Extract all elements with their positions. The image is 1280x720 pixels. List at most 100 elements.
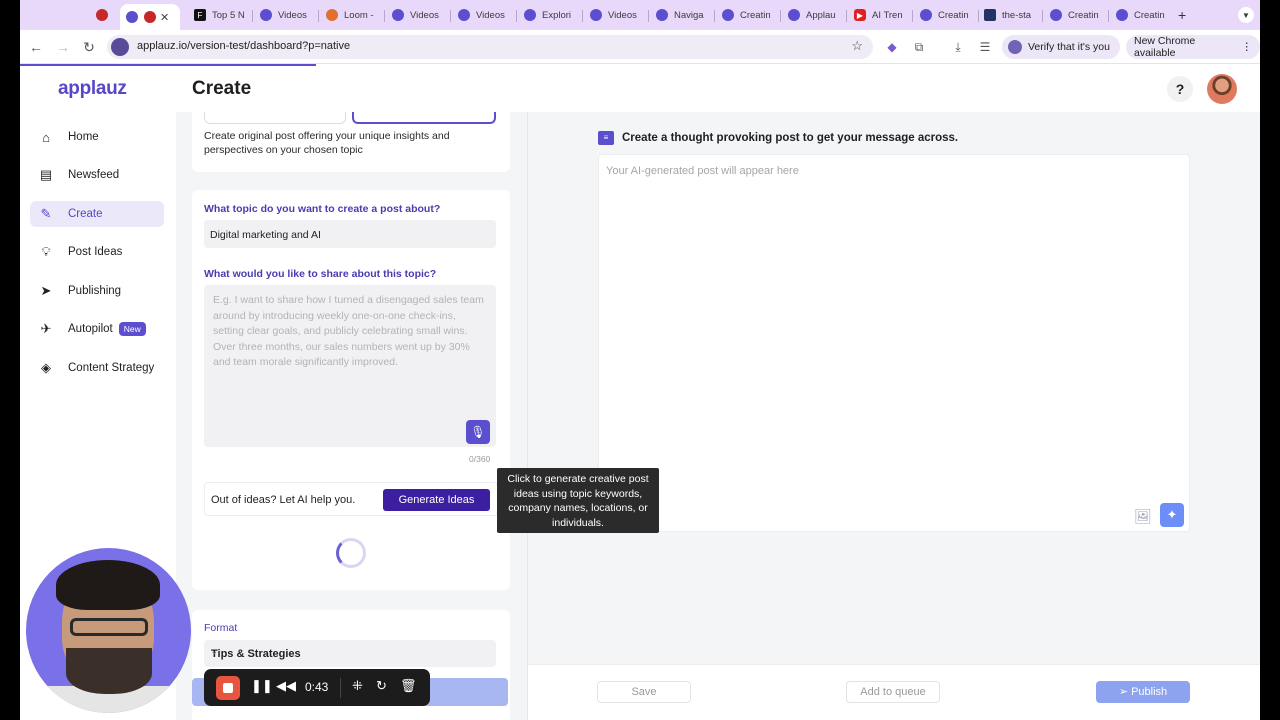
- tab-label: Creatin: [1134, 9, 1165, 21]
- rewind-button[interactable]: ◀◀: [276, 678, 296, 694]
- tab-item[interactable]: Loom -: [326, 5, 376, 25]
- tab-item[interactable]: the-sta: [984, 5, 1034, 25]
- f-icon: F: [194, 9, 206, 21]
- tab-item[interactable]: Explori: [524, 5, 574, 25]
- char-counter: 0/360: [469, 454, 491, 464]
- new-tab-button[interactable]: +: [1178, 5, 1186, 25]
- tab-label: Videos: [608, 9, 637, 21]
- new-chrome-label: New Chrome available: [1134, 35, 1196, 59]
- media-icon[interactable]: ☰: [977, 39, 993, 55]
- add-image-button[interactable]: 🖼︎: [1134, 507, 1152, 525]
- post-type-option[interactable]: [204, 112, 346, 124]
- record-icon: [96, 9, 108, 21]
- ideas-box: Out of ideas? Let AI help you. Generate …: [204, 482, 498, 516]
- post-type-option-selected[interactable]: [352, 112, 496, 124]
- applauz-logo[interactable]: applauz: [58, 78, 127, 100]
- topic-card: What topic do you want to create a post …: [192, 190, 510, 590]
- airplane-icon: ✈: [40, 321, 52, 336]
- share-textarea[interactable]: E.g. I want to share how I turned a dise…: [204, 285, 496, 447]
- reload-button[interactable]: ↻: [80, 38, 98, 56]
- tab-item[interactable]: Naviga: [656, 5, 706, 25]
- sidebar-item-publishing[interactable]: ➤ Publishing: [30, 278, 164, 304]
- send-icon: ➤: [40, 283, 52, 298]
- add-to-queue-button[interactable]: Add to queue: [846, 681, 940, 703]
- chevron-down-icon: ⌄: [211, 647, 218, 656]
- tab-label: Naviga: [674, 9, 704, 21]
- save-button[interactable]: Save: [597, 681, 691, 703]
- sidebar-item-label: Home: [68, 131, 99, 143]
- topic-value: Digital marketing and AI: [210, 229, 321, 241]
- generate-ideas-button[interactable]: Generate Ideas: [383, 489, 490, 511]
- format-label: Format: [204, 622, 238, 634]
- image-icon: 🖼︎: [1134, 508, 1152, 524]
- back-button[interactable]: ←: [27, 38, 45, 56]
- publish-label: Publish: [1131, 686, 1168, 698]
- ai-sparkle-button[interactable]: ✦: [1160, 503, 1184, 527]
- delete-recording-button[interactable]: 🗑︎: [400, 678, 417, 694]
- tab-item[interactable]: Creatin: [1116, 5, 1166, 25]
- pause-icon: ❚❚: [251, 678, 273, 693]
- sidebar-item-post-ideas[interactable]: 💡︎ Post Ideas: [30, 239, 164, 265]
- site-info-icon[interactable]: [111, 38, 129, 56]
- microphone-button[interactable]: 🎙︎: [466, 420, 490, 444]
- tab-item[interactable]: Videos: [458, 5, 508, 25]
- extension-icon[interactable]: ◆: [884, 39, 900, 55]
- help-icon: ?: [1175, 81, 1185, 97]
- topic-label: What topic do you want to create a post …: [204, 203, 441, 215]
- tab-label: Videos: [410, 9, 439, 21]
- forward-button[interactable]: →: [54, 38, 72, 56]
- sidebar-item-label: Post Ideas: [68, 246, 123, 258]
- applauz-icon: [788, 9, 800, 21]
- trash-icon: 🗑︎: [400, 678, 417, 693]
- tab-active-applauz[interactable]: ✕: [120, 4, 180, 30]
- tab-label: Top 5 N: [212, 9, 244, 21]
- post-editor[interactable]: Your AI-generated post will appear here …: [598, 154, 1190, 532]
- new-chrome-button[interactable]: New Chrome available ⋮: [1126, 35, 1260, 59]
- tab-item[interactable]: Creatin: [722, 5, 772, 25]
- help-button[interactable]: ?: [1167, 76, 1193, 102]
- tab-item[interactable]: Videos: [260, 5, 310, 25]
- page-title: Create: [192, 78, 252, 99]
- tab-item[interactable]: ▶ AI Tren: [854, 5, 904, 25]
- applauz-icon: [524, 9, 536, 21]
- format-select[interactable]: Tips & Strategies ⌄: [204, 640, 496, 667]
- address-bar[interactable]: applauz.io/version-test/dashboard?p=nati…: [107, 35, 873, 59]
- restart-button[interactable]: ↻: [376, 678, 387, 694]
- tab-item[interactable]: Creatin: [1050, 5, 1100, 25]
- verify-button[interactable]: Verify that it's you: [1002, 35, 1120, 59]
- sidebar-item-label: Create: [68, 208, 103, 220]
- avatar[interactable]: [1207, 74, 1237, 104]
- sidebar-item-content-strategy[interactable]: ◈ Content Strategy: [30, 355, 170, 381]
- sidebar-item-autopilot[interactable]: ✈ Autopilot New: [30, 316, 164, 342]
- stop-recording-button[interactable]: [216, 676, 240, 700]
- app-header: applauz Create ?: [20, 66, 1260, 112]
- bookmark-star-icon[interactable]: ☆: [851, 38, 863, 54]
- drawing-tool-button[interactable]: ⁜: [352, 678, 363, 694]
- webcam-bubble[interactable]: [26, 548, 191, 713]
- verify-label: Verify that it's you: [1028, 41, 1110, 53]
- tab-item[interactable]: Creatin: [920, 5, 970, 25]
- sidebar-item-newsfeed[interactable]: ▤ Newsfeed: [30, 162, 164, 188]
- microphone-icon: 🎙︎: [470, 425, 486, 439]
- close-icon[interactable]: ✕: [160, 11, 169, 24]
- lightbulb-icon: 💡︎: [41, 244, 51, 259]
- sidebar-item-create[interactable]: ✎ Create: [30, 201, 164, 227]
- recording-time: 0:43: [305, 680, 329, 694]
- sidebar-item-label: Content Strategy: [68, 362, 155, 374]
- pause-button[interactable]: ❚❚: [251, 678, 273, 694]
- tab-item[interactable]: Videos: [392, 5, 442, 25]
- editor-placeholder: Your AI-generated post will appear here: [606, 165, 799, 177]
- download-icon[interactable]: ⤓: [950, 39, 966, 55]
- tab-search-button[interactable]: ▼: [1238, 7, 1254, 23]
- sidebar-item-home[interactable]: ⌂ Home: [30, 124, 164, 150]
- browser-window: ✕ F Top 5 N Videos Loom - Videos Videos: [20, 0, 1260, 720]
- post-form-panel: Create original post offering your uniqu…: [176, 112, 528, 720]
- puzzle-icon[interactable]: ⧉: [911, 39, 927, 55]
- tab-item[interactable]: Videos: [590, 5, 640, 25]
- tab-item[interactable]: F Top 5 N: [194, 5, 244, 25]
- tab-recording[interactable]: [96, 5, 114, 25]
- topic-input[interactable]: Digital marketing and AI: [204, 220, 496, 248]
- preview-header-text: Create a thought provoking post to get y…: [622, 132, 959, 144]
- tab-item[interactable]: Applau: [788, 5, 838, 25]
- publish-button[interactable]: ➢ Publish: [1096, 681, 1190, 703]
